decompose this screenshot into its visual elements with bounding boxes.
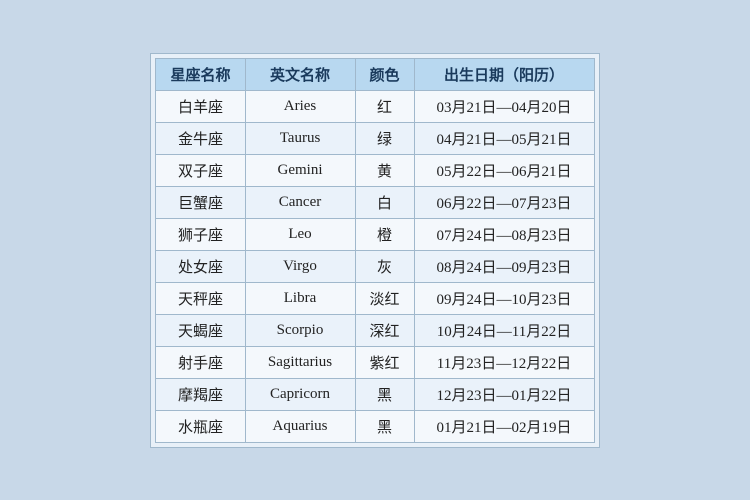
cell-date: 08月24日—09月23日 <box>414 250 594 282</box>
cell-english: Capricorn <box>245 378 355 410</box>
cell-color: 绿 <box>355 122 414 154</box>
table-row: 处女座Virgo灰08月24日—09月23日 <box>156 250 594 282</box>
table-row: 摩羯座Capricorn黑12月23日—01月22日 <box>156 378 594 410</box>
cell-color: 黑 <box>355 378 414 410</box>
cell-english: Scorpio <box>245 314 355 346</box>
cell-english: Leo <box>245 218 355 250</box>
cell-date: 12月23日—01月22日 <box>414 378 594 410</box>
table-row: 狮子座Leo橙07月24日—08月23日 <box>156 218 594 250</box>
cell-date: 09月24日—10月23日 <box>414 282 594 314</box>
header-chinese: 星座名称 <box>156 58 245 90</box>
table-row: 射手座Sagittarius紫红11月23日—12月22日 <box>156 346 594 378</box>
header-date: 出生日期（阳历） <box>414 58 594 90</box>
table-row: 白羊座Aries红03月21日—04月20日 <box>156 90 594 122</box>
cell-chinese: 处女座 <box>156 250 245 282</box>
cell-chinese: 水瓶座 <box>156 410 245 442</box>
cell-date: 06月22日—07月23日 <box>414 186 594 218</box>
cell-date: 10月24日—11月22日 <box>414 314 594 346</box>
cell-color: 深红 <box>355 314 414 346</box>
cell-english: Sagittarius <box>245 346 355 378</box>
cell-english: Aquarius <box>245 410 355 442</box>
cell-chinese: 天蝎座 <box>156 314 245 346</box>
table-row: 巨蟹座Cancer白06月22日—07月23日 <box>156 186 594 218</box>
cell-chinese: 天秤座 <box>156 282 245 314</box>
cell-date: 04月21日—05月21日 <box>414 122 594 154</box>
cell-date: 07月24日—08月23日 <box>414 218 594 250</box>
cell-chinese: 射手座 <box>156 346 245 378</box>
cell-color: 橙 <box>355 218 414 250</box>
cell-chinese: 金牛座 <box>156 122 245 154</box>
cell-chinese: 摩羯座 <box>156 378 245 410</box>
header-color: 颜色 <box>355 58 414 90</box>
cell-color: 黄 <box>355 154 414 186</box>
cell-color: 紫红 <box>355 346 414 378</box>
cell-color: 红 <box>355 90 414 122</box>
table-row: 金牛座Taurus绿04月21日—05月21日 <box>156 122 594 154</box>
cell-chinese: 狮子座 <box>156 218 245 250</box>
table-row: 双子座Gemini黄05月22日—06月21日 <box>156 154 594 186</box>
cell-color: 白 <box>355 186 414 218</box>
cell-english: Aries <box>245 90 355 122</box>
header-english: 英文名称 <box>245 58 355 90</box>
cell-english: Taurus <box>245 122 355 154</box>
table-header-row: 星座名称 英文名称 颜色 出生日期（阳历） <box>156 58 594 90</box>
cell-color: 灰 <box>355 250 414 282</box>
cell-chinese: 白羊座 <box>156 90 245 122</box>
cell-color: 黑 <box>355 410 414 442</box>
cell-english: Libra <box>245 282 355 314</box>
cell-english: Virgo <box>245 250 355 282</box>
zodiac-table: 星座名称 英文名称 颜色 出生日期（阳历） 白羊座Aries红03月21日—04… <box>155 58 594 443</box>
zodiac-table-container: 星座名称 英文名称 颜色 出生日期（阳历） 白羊座Aries红03月21日—04… <box>150 53 599 448</box>
cell-date: 03月21日—04月20日 <box>414 90 594 122</box>
table-row: 天蝎座Scorpio深红10月24日—11月22日 <box>156 314 594 346</box>
cell-date: 05月22日—06月21日 <box>414 154 594 186</box>
cell-date: 11月23日—12月22日 <box>414 346 594 378</box>
cell-english: Gemini <box>245 154 355 186</box>
table-row: 水瓶座Aquarius黑01月21日—02月19日 <box>156 410 594 442</box>
cell-chinese: 巨蟹座 <box>156 186 245 218</box>
cell-chinese: 双子座 <box>156 154 245 186</box>
cell-date: 01月21日—02月19日 <box>414 410 594 442</box>
cell-color: 淡红 <box>355 282 414 314</box>
table-row: 天秤座Libra淡红09月24日—10月23日 <box>156 282 594 314</box>
cell-english: Cancer <box>245 186 355 218</box>
